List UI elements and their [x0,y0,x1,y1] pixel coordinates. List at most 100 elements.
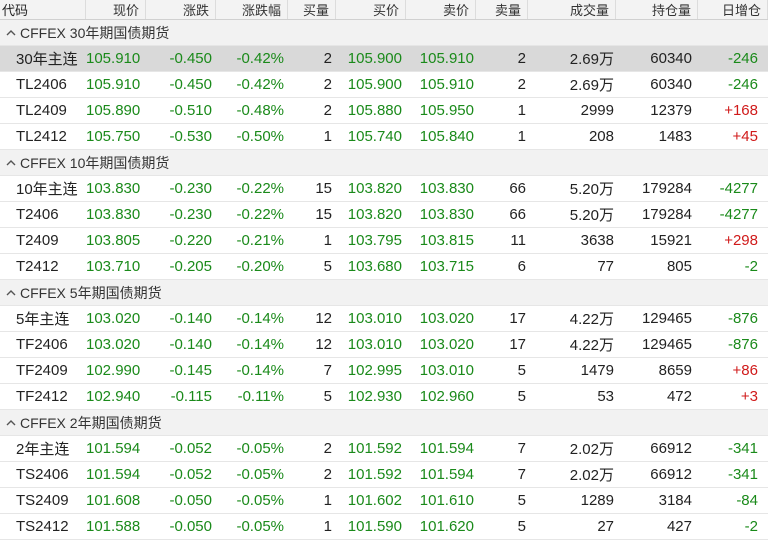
table-row[interactable]: TL2406 105.910 -0.450 -0.42% 2 105.900 105.910… [0,72,768,98]
column-header-open-interest[interactable]: 持仓量 [616,0,698,19]
table-row[interactable]: TS2409 101.608 -0.050 -0.05% 1 101.602 101.610… [0,488,768,514]
volume-cell: 2.69万 [569,51,614,68]
code-cell: T2409 [16,232,59,249]
change-cell: -0.140 [169,336,212,353]
column-header-bid-price[interactable]: 买价 [336,0,406,19]
change-pct-cell: -0.14% [236,336,284,353]
table-row[interactable]: TS2412 101.588 -0.050 -0.05% 1 101.590 101.620… [0,514,768,540]
ask-volume-cell: 5 [517,492,526,509]
ask-volume-cell: 66 [509,180,526,197]
table-body: CFFEX 30年期国债期货 30年主连 105.910 -0.450 -0.42% 2 1… [0,20,768,540]
table-row[interactable]: TS2406 101.594 -0.052 -0.05% 2 101.592 101.594… [0,462,768,488]
open-interest-cell: 66912 [650,466,692,483]
change-pct-cell: -0.14% [236,362,284,379]
open-interest-cell: 3184 [658,492,692,509]
code-cell: T2406 [16,206,59,223]
code-cell: TF2406 [16,336,68,353]
group-header[interactable]: CFFEX 30年期国债期货 [0,20,768,46]
ask-price-cell: 103.815 [419,232,474,249]
price-cell: 105.910 [86,50,141,67]
bid-price-cell: 101.602 [347,492,402,509]
bid-volume-cell: 5 [323,388,332,405]
bid-price-cell: 103.680 [347,258,402,275]
price-cell: 102.940 [86,388,141,405]
bid-volume-cell: 1 [323,492,332,509]
oi-change-cell: +298 [724,232,758,249]
bid-volume-cell: 1 [323,128,332,145]
group-header[interactable]: CFFEX 2年期国债期货 [0,410,768,436]
volume-cell: 4.22万 [569,337,614,354]
open-interest-cell: 8659 [658,362,692,379]
change-cell: -0.145 [169,362,212,379]
table-row[interactable]: 10年主连 103.830 -0.230 -0.22% 15 103.820 103.830… [0,176,768,202]
change-cell: -0.205 [169,258,212,275]
column-header-oi-change[interactable]: 日增仓 [698,0,768,19]
ask-volume-cell: 2 [517,50,526,67]
price-cell: 103.710 [86,258,141,275]
bid-price-cell: 105.900 [347,76,402,93]
ask-price-cell: 103.830 [419,206,474,223]
column-header-change[interactable]: 涨跌 [146,0,216,19]
table-row[interactable]: T2412 103.710 -0.205 -0.20% 5 103.680 103.715 6… [0,254,768,280]
ask-price-cell: 101.620 [419,518,474,535]
column-header-volume[interactable]: 成交量 [528,0,616,19]
bid-price-cell: 103.820 [347,206,402,223]
chevron-up-icon[interactable] [6,289,20,297]
price-cell: 102.990 [86,362,141,379]
group-header[interactable]: CFFEX 10年期国债期货 [0,150,768,176]
chevron-up-icon[interactable] [6,29,20,37]
table-row[interactable]: 2年主连 101.594 -0.052 -0.05% 2 101.592 101.594 7 2… [0,436,768,462]
table-row[interactable]: TF2409 102.990 -0.145 -0.14% 7 102.995 103.010… [0,358,768,384]
bid-volume-cell: 2 [323,102,332,119]
oi-change-cell: -84 [736,492,758,509]
open-interest-cell: 12379 [650,102,692,119]
group-header[interactable]: CFFEX 5年期国债期货 [0,280,768,306]
ask-price-cell: 102.960 [419,388,474,405]
ask-price-cell: 101.594 [419,466,474,483]
ask-price-cell: 101.594 [419,440,474,457]
bid-price-cell: 103.010 [347,336,402,353]
chevron-up-icon[interactable] [6,419,20,427]
oi-change-cell: +168 [724,102,758,119]
code-cell: TS2409 [16,492,69,509]
ask-volume-cell: 66 [509,206,526,223]
column-header-bid-volume[interactable]: 买量 [288,0,336,19]
column-header-ask-price[interactable]: 卖价 [406,0,476,19]
group-label: CFFEX 10年期国债期货 [20,154,170,171]
table-row[interactable]: 5年主连 103.020 -0.140 -0.14% 12 103.010 103.020 1… [0,306,768,332]
oi-change-cell: -341 [727,440,758,457]
column-header-price[interactable]: 现价 [86,0,146,19]
bid-price-cell: 105.740 [347,128,402,145]
column-header-ask-volume[interactable]: 卖量 [476,0,528,19]
price-cell: 105.890 [86,102,141,119]
table-row[interactable]: T2406 103.830 -0.230 -0.22% 15 103.820 103.830… [0,202,768,228]
open-interest-cell: 179284 [641,206,692,223]
table-row[interactable]: 30年主连 105.910 -0.450 -0.42% 2 105.900 105.910 2… [0,46,768,72]
table-row[interactable]: TL2409 105.890 -0.510 -0.48% 2 105.880 105.950… [0,98,768,124]
open-interest-cell: 129465 [641,336,692,353]
column-header-code[interactable]: 代码 [0,0,86,19]
table-row[interactable]: T2409 103.805 -0.220 -0.21% 1 103.795 103.815 1… [0,228,768,254]
volume-cell: 208 [588,128,614,145]
change-pct-cell: -0.21% [236,232,284,249]
ask-volume-cell: 7 [517,466,526,483]
group-label: CFFEX 30年期国债期货 [20,24,170,41]
bid-price-cell: 101.592 [347,440,402,457]
change-pct-cell: -0.14% [236,310,284,327]
table-row[interactable]: TF2412 102.940 -0.115 -0.11% 5 102.930 102.960… [0,384,768,410]
table-row[interactable]: TF2406 103.020 -0.140 -0.14% 12 103.010 103.02… [0,332,768,358]
bid-volume-cell: 1 [323,232,332,249]
ask-price-cell: 103.020 [419,336,474,353]
bid-price-cell: 103.010 [347,310,402,327]
oi-change-cell: -2 [744,258,758,275]
chevron-up-icon[interactable] [6,159,20,167]
price-cell: 103.805 [86,232,141,249]
bid-price-cell: 101.592 [347,466,402,483]
ask-volume-cell: 1 [517,102,526,119]
open-interest-cell: 129465 [641,310,692,327]
table-row[interactable]: TL2412 105.750 -0.530 -0.50% 1 105.740 105.840… [0,124,768,150]
change-pct-cell: -0.05% [236,440,284,457]
code-cell: 5年主连 [16,311,70,328]
column-header-change-pct[interactable]: 涨跌幅 [216,0,288,19]
change-pct-cell: -0.22% [236,180,284,197]
